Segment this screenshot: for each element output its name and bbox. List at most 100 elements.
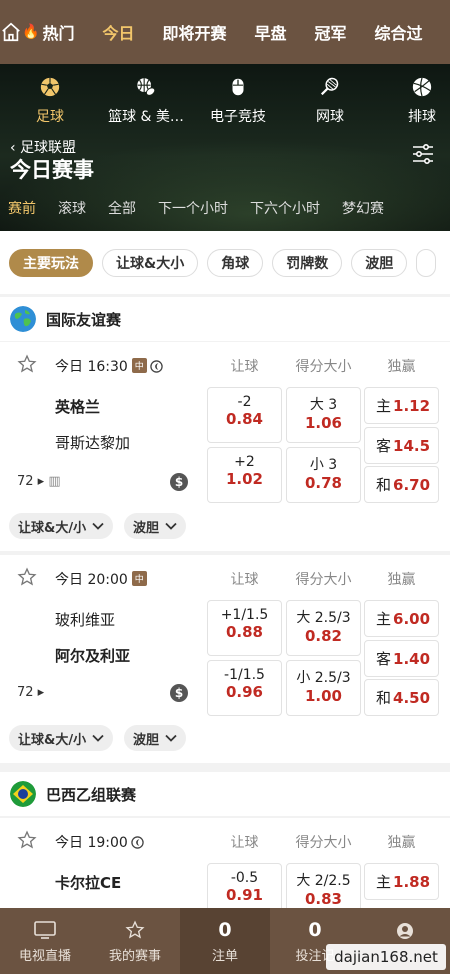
- odds-cell-draw[interactable]: 和 6.70: [364, 466, 439, 503]
- col-head-handicap: 让球: [230, 572, 259, 588]
- odds-cell-home-win[interactable]: 主 6.00: [364, 600, 439, 637]
- chip-correct-score[interactable]: 波胆: [351, 248, 408, 277]
- subtab-next-six-hours[interactable]: 下六个小时: [250, 198, 320, 218]
- tab-today[interactable]: 今日: [102, 20, 134, 44]
- odds-cell-handicap-home[interactable]: -0.5 0.91: [207, 863, 282, 908]
- home-icon[interactable]: [0, 0, 22, 64]
- league-header[interactable]: 巴西乙组联赛: [0, 772, 450, 816]
- odds-cell-over[interactable]: 大 2/2.5 0.83: [286, 863, 361, 908]
- odds-cell-over[interactable]: 大 2.5/3 0.82: [286, 600, 361, 656]
- chip-corners[interactable]: 角球: [207, 248, 264, 277]
- bet-history-count: 0: [308, 918, 322, 941]
- cash-out-icon[interactable]: $: [170, 684, 188, 702]
- subtab-live[interactable]: 滚球: [58, 198, 86, 218]
- pill-handicap-totals[interactable]: 让球&大/小: [9, 725, 114, 751]
- col-head-handicap: 让球: [230, 835, 259, 851]
- star-icon[interactable]: [17, 830, 37, 854]
- bottom-tab-tv[interactable]: 电视直播: [0, 908, 90, 974]
- odds-value: 1.02: [225, 470, 263, 488]
- pill-label: 让球&大/小: [18, 732, 87, 748]
- odds-line: 大 3: [309, 397, 338, 413]
- tab-upcoming[interactable]: 即将开赛: [162, 20, 226, 44]
- odds-cell-under[interactable]: 小 2.5/3 1.00: [286, 660, 361, 716]
- match-time-label: 今日 20:00: [55, 572, 128, 588]
- odds-label: 客: [376, 437, 392, 455]
- match-time: 今日 20:00 中: [55, 569, 147, 589]
- odds-line: 小 2.5/3: [296, 670, 351, 686]
- star-icon: [125, 919, 145, 941]
- match-time-label: 今日 19:00: [55, 835, 128, 851]
- chevron-down-icon: [165, 731, 177, 746]
- odds-value: 0.96: [225, 683, 263, 701]
- pill-correct-score[interactable]: 波胆: [124, 513, 187, 539]
- home-team: 卡尔拉CE: [55, 874, 122, 892]
- col-head-winner: 独赢: [387, 572, 416, 588]
- subtab-next-hour[interactable]: 下一个小时: [158, 198, 228, 218]
- chevron-down-icon: [92, 731, 104, 746]
- tab-early[interactable]: 早盘: [254, 20, 286, 44]
- col-head-handicap: 让球: [230, 359, 259, 375]
- bottom-tab-bet-slip[interactable]: 0 注单: [180, 908, 270, 974]
- more-markets-link[interactable]: 72 ▸: [17, 685, 44, 700]
- moon-icon: [131, 836, 144, 853]
- sport-basketball[interactable]: 篮球 & 美…: [100, 74, 192, 126]
- chevron-down-icon: [165, 519, 177, 534]
- subtab-all[interactable]: 全部: [108, 198, 136, 218]
- league-header[interactable]: 国际友谊赛: [0, 297, 450, 341]
- odds-cell-handicap-away[interactable]: -1/1.5 0.96: [207, 660, 282, 716]
- brazil-flag-icon: [10, 781, 36, 807]
- odds-cell-away-win[interactable]: 客 1.40: [364, 640, 439, 677]
- chip-handicap-totals[interactable]: 让球&大小: [102, 248, 199, 277]
- match-time-label: 今日 16:30: [55, 359, 128, 375]
- moon-icon: [150, 360, 163, 377]
- odds-cell-draw[interactable]: 和 4.50: [364, 679, 439, 716]
- odds-label: 主: [376, 610, 392, 628]
- sport-tennis[interactable]: 网球: [284, 74, 376, 126]
- globe-icon: [10, 306, 36, 332]
- odds-value: 1.40: [393, 649, 431, 668]
- sport-esports[interactable]: 电子竞技: [192, 74, 284, 126]
- page-title: 今日赛事: [10, 158, 94, 182]
- tab-hot[interactable]: 🔥 热门: [22, 20, 74, 44]
- league-name: 国际友谊赛: [46, 310, 122, 329]
- chip-cards[interactable]: 罚牌数: [272, 248, 343, 277]
- odds-cell-home-win[interactable]: 主 1.88: [364, 863, 439, 900]
- pill-correct-score[interactable]: 波胆: [124, 725, 187, 751]
- more-markets-link[interactable]: 72 ▸ ▥: [17, 474, 61, 489]
- sport-esports-label: 电子竞技: [210, 109, 266, 125]
- odds-value: 0.91: [225, 886, 263, 904]
- odds-cell-away-win[interactable]: 客 14.5: [364, 427, 439, 464]
- chip-more[interactable]: [416, 248, 437, 277]
- odds-value: 4.50: [393, 688, 431, 707]
- sport-soccer[interactable]: 足球: [0, 74, 100, 126]
- star-icon[interactable]: [17, 567, 37, 591]
- chip-main-markets[interactable]: 主要玩法: [9, 248, 93, 277]
- odds-label: 和: [376, 689, 392, 707]
- odds-line: +2: [234, 454, 255, 470]
- star-icon[interactable]: [17, 354, 37, 378]
- league-name: 巴西乙组联赛: [46, 785, 137, 804]
- sport-volleyball[interactable]: 排球: [376, 74, 450, 126]
- bottom-tab-my-matches[interactable]: 我的赛事: [90, 908, 180, 974]
- top-nav: 🔥 热门 今日 即将开赛 早盘 冠军 综合过: [0, 0, 450, 64]
- odds-cell-over[interactable]: 大 3 1.06: [286, 387, 361, 443]
- home-team: 英格兰: [55, 398, 101, 416]
- subtab-fantasy[interactable]: 梦幻赛: [342, 198, 384, 218]
- odds-cell-under[interactable]: 小 3 0.78: [286, 447, 361, 503]
- watermark: dajian168.net: [326, 944, 446, 970]
- user-icon: [396, 920, 414, 942]
- cash-out-icon[interactable]: $: [170, 473, 188, 491]
- col-head-winner: 独赢: [387, 835, 416, 851]
- odds-cell-handicap-away[interactable]: +2 1.02: [207, 447, 282, 503]
- filter-settings-icon[interactable]: [412, 143, 434, 168]
- subtab-prematch[interactable]: 赛前: [8, 198, 36, 218]
- away-team: 阿尔及利亚: [55, 647, 131, 665]
- odds-cell-handicap-home[interactable]: -2 0.84: [207, 387, 282, 443]
- tab-champion[interactable]: 冠军: [315, 20, 347, 44]
- tab-parlay[interactable]: 综合过: [375, 20, 423, 44]
- odds-value: 14.5: [393, 436, 431, 455]
- pill-handicap-totals[interactable]: 让球&大/小: [9, 513, 114, 539]
- odds-cell-home-win[interactable]: 主 1.12: [364, 387, 439, 424]
- odds-cell-handicap-home[interactable]: +1/1.5 0.88: [207, 600, 282, 656]
- odds-line: 大 2.5/3: [296, 610, 351, 626]
